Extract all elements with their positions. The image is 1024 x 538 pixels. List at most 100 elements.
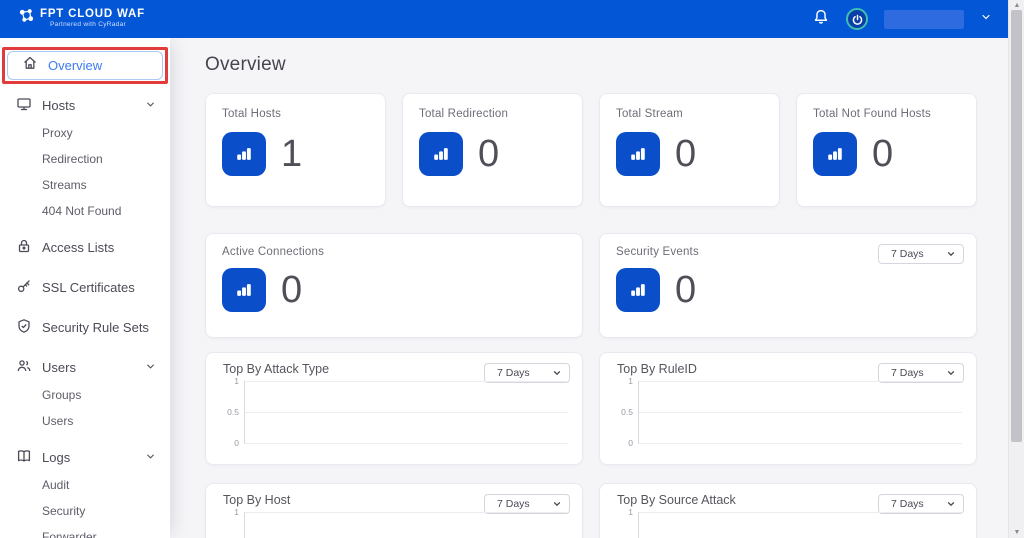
top-by-attack-type-chart-card: Top By Attack Type 7 Days 1 0.5 0 <box>205 352 583 465</box>
sidebar-item-label: Security Rule Sets <box>42 320 156 335</box>
y-axis-tick: 1 <box>600 376 633 386</box>
sidebar-item-access-lists[interactable]: Access Lists <box>0 232 170 262</box>
top-by-source-attack-chart-card: Top By Source Attack 7 Days 1 0.5 <box>599 483 977 538</box>
sidebar-sub-label: Audit <box>42 478 69 492</box>
sidebar-item-streams[interactable]: Streams <box>0 172 170 198</box>
monitor-icon <box>16 96 32 115</box>
gridline <box>638 512 962 513</box>
stat-value: 0 <box>675 268 696 312</box>
security-events-card: Security Events 7 Days 0 <box>599 233 977 338</box>
chevron-down-icon[interactable] <box>145 360 156 375</box>
sidebar-item-404-not-found[interactable]: 404 Not Found <box>0 198 170 224</box>
sidebar-sub-label: Users <box>42 414 73 428</box>
sidebar-item-redirection[interactable]: Redirection <box>0 146 170 172</box>
empty-line-chart: 1 0.5 0 <box>206 353 582 464</box>
y-axis-line <box>638 512 639 538</box>
page-title: Overview <box>205 54 286 76</box>
chevron-down-icon <box>946 249 956 259</box>
stat-value: 1 <box>281 132 302 176</box>
sidebar-item-security-log[interactable]: Security <box>0 498 170 524</box>
sidebar-item-overview[interactable]: Overview <box>7 51 163 80</box>
empty-line-chart: 1 0.5 <box>600 484 976 538</box>
sidebar-item-label: Logs <box>42 450 135 465</box>
network-logo-icon <box>18 8 35 30</box>
vertical-scrollbar[interactable]: ▲ ▼ <box>1008 0 1024 538</box>
sidebar-item-label: Hosts <box>42 98 135 113</box>
period-select[interactable]: 7 Days <box>878 244 964 264</box>
main-content: Overview Total Hosts 1 Total Redirection <box>170 38 1008 538</box>
sidebar-sub-label: Proxy <box>42 126 73 140</box>
card-label: Total Stream <box>616 108 763 120</box>
total-not-found-hosts-card: Total Not Found Hosts 0 <box>796 93 977 207</box>
user-account-box[interactable] <box>884 10 964 29</box>
gridline <box>638 443 962 444</box>
users-icon <box>16 358 32 377</box>
sidebar-item-security-rule-sets[interactable]: Security Rule Sets <box>0 312 170 342</box>
empty-line-chart: 1 0.5 0 <box>600 353 976 464</box>
power-status-icon[interactable] <box>846 8 868 30</box>
sidebar-sub-label: 404 Not Found <box>42 204 121 218</box>
top-by-host-chart-card: Top By Host 7 Days 1 0.5 <box>205 483 583 538</box>
notifications-bell-icon[interactable] <box>812 8 830 31</box>
y-axis-tick: 1 <box>206 507 239 517</box>
stat-value: 0 <box>872 132 893 176</box>
sidebar-item-users-sub[interactable]: Users <box>0 408 170 434</box>
top-by-ruleid-chart-card: Top By RuleID 7 Days 1 0.5 0 <box>599 352 977 465</box>
y-axis-tick: 1 <box>600 507 633 517</box>
sidebar-sub-label: Groups <box>42 388 81 402</box>
y-axis-line <box>244 512 245 538</box>
home-icon <box>22 55 38 76</box>
sidebar-item-label: Access Lists <box>42 240 156 255</box>
bar-chart-icon <box>616 132 660 176</box>
card-label: Total Redirection <box>419 108 566 120</box>
sidebar-item-label: Users <box>42 360 135 375</box>
account-chevron-down-icon[interactable] <box>980 10 992 28</box>
sidebar-item-ssl-certificates[interactable]: SSL Certificates <box>0 272 170 302</box>
sidebar-item-hosts[interactable]: Hosts <box>0 90 170 120</box>
chevron-down-icon[interactable] <box>145 98 156 113</box>
bar-chart-icon <box>616 268 660 312</box>
sidebar-item-users[interactable]: Users <box>0 352 170 382</box>
gridline <box>244 443 568 444</box>
brand-subtitle: Partnered with CyRadar <box>40 21 145 29</box>
sidebar-item-proxy[interactable]: Proxy <box>0 120 170 146</box>
sidebar-item-audit[interactable]: Audit <box>0 472 170 498</box>
sidebar-sub-label: Security <box>42 504 85 518</box>
empty-line-chart: 1 0.5 <box>206 484 582 538</box>
sidebar-nav: Overview Hosts Proxy Redirection Streams… <box>0 38 170 538</box>
y-axis-tick: 0 <box>600 438 633 448</box>
gridline <box>638 412 962 413</box>
y-axis-tick: 0.5 <box>206 407 239 417</box>
book-icon <box>16 448 32 467</box>
y-axis-line <box>638 381 639 444</box>
waf-dashboard-screen: FPT CLOUD WAF Partnered with CyRadar <box>0 0 1024 538</box>
y-axis-tick: 1 <box>206 376 239 386</box>
topbar: FPT CLOUD WAF Partnered with CyRadar <box>0 0 1008 38</box>
bar-chart-icon <box>813 132 857 176</box>
scroll-down-arrow[interactable]: ▼ <box>1009 529 1024 536</box>
total-redirection-card: Total Redirection 0 <box>402 93 583 207</box>
sidebar-sub-label: Streams <box>42 178 87 192</box>
total-stream-card: Total Stream 0 <box>599 93 780 207</box>
scroll-up-arrow[interactable]: ▲ <box>1009 2 1024 9</box>
sidebar-item-groups[interactable]: Groups <box>0 382 170 408</box>
y-axis-tick: 0.5 <box>600 407 633 417</box>
sidebar-item-label: SSL Certificates <box>42 280 156 295</box>
period-select-value: 7 Days <box>891 248 924 260</box>
card-label: Active Connections <box>222 246 566 258</box>
key-icon <box>16 278 32 297</box>
sidebar-item-logs[interactable]: Logs <box>0 442 170 472</box>
scrollbar-thumb[interactable] <box>1011 10 1022 442</box>
bar-chart-icon <box>222 132 266 176</box>
chevron-down-icon[interactable] <box>145 450 156 465</box>
brand-logo[interactable]: FPT CLOUD WAF Partnered with CyRadar <box>18 8 145 30</box>
sidebar-item-forwarder[interactable]: Forwarder <box>0 524 170 538</box>
gridline <box>638 381 962 382</box>
red-annotation-box: Overview <box>2 47 168 84</box>
y-axis-line <box>244 381 245 444</box>
stat-value: 0 <box>675 132 696 176</box>
brand-title: FPT CLOUD WAF <box>40 8 145 21</box>
gridline <box>244 381 568 382</box>
shield-check-icon <box>16 318 32 337</box>
gridline <box>244 412 568 413</box>
